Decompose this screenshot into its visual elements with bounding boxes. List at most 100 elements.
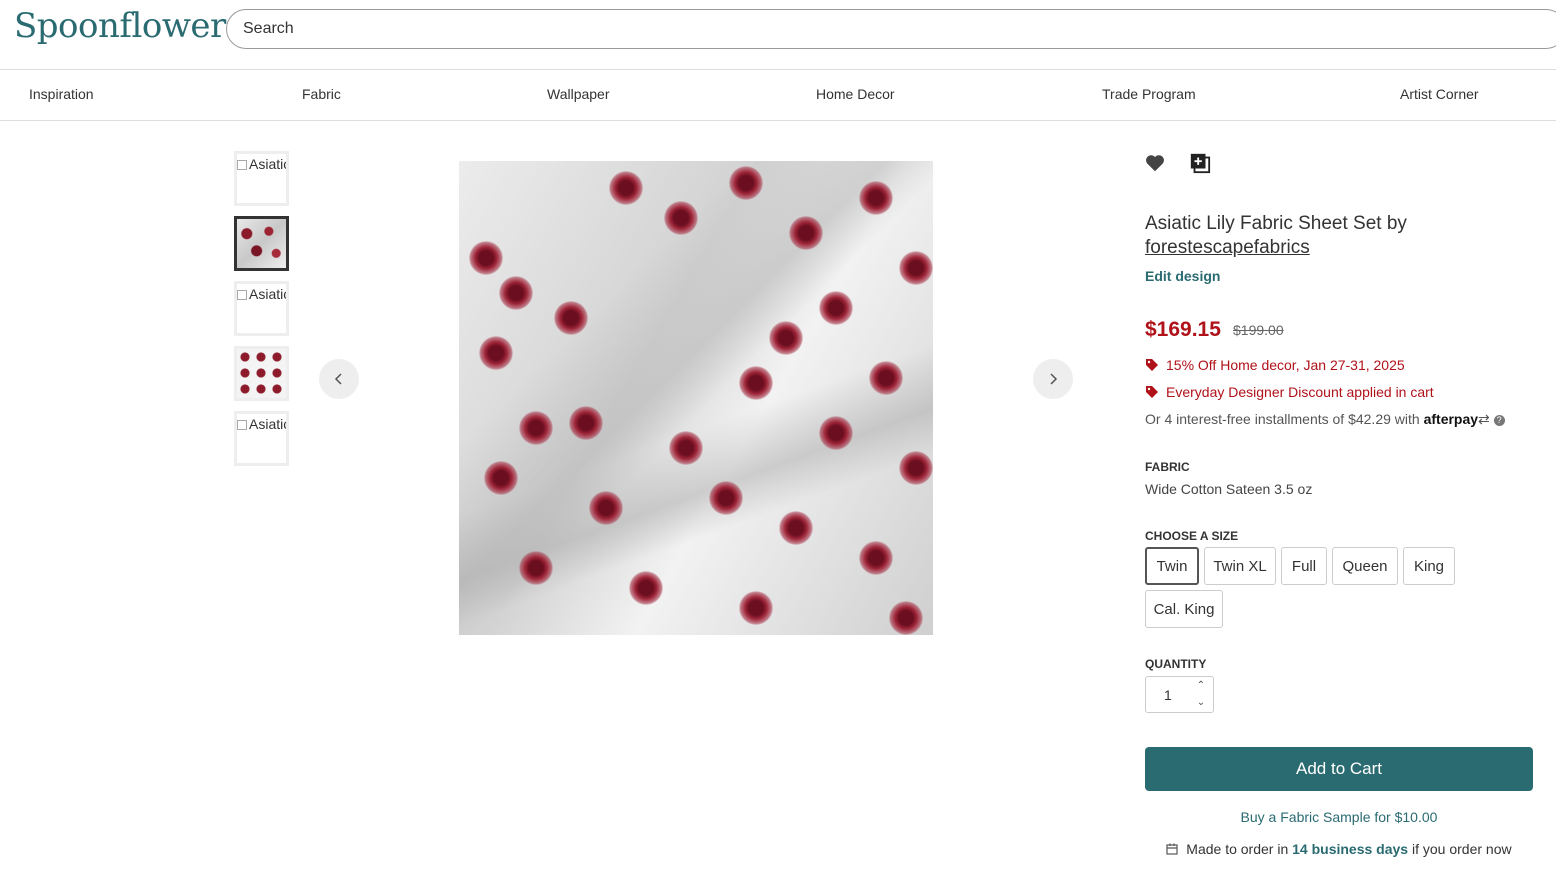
made-days: 14 business days (1292, 841, 1409, 857)
nav-item-fabric[interactable]: Fabric (302, 86, 341, 102)
flower-motif (739, 366, 773, 400)
size-option-twin-xl[interactable]: Twin XL (1204, 547, 1276, 585)
afterpay-logo: afterpay (1423, 411, 1479, 427)
thumbnail-alt-text: Asiatic Lily Fabric Sheet Set (237, 156, 286, 172)
quantity-stepper[interactable]: 1 ⌃ ⌄ (1145, 676, 1214, 713)
flower-motif (859, 181, 893, 215)
promo-line: 15% Off Home decor, Jan 27-31, 2025 (1145, 357, 1405, 373)
thumbnail-selected[interactable] (234, 216, 289, 271)
size-option-twin[interactable]: Twin (1145, 547, 1199, 585)
broken-image-icon (237, 290, 247, 300)
search-input[interactable] (227, 10, 1556, 48)
flower-motif (469, 241, 503, 275)
size-option-full[interactable]: Full (1281, 547, 1327, 585)
flower-motif (789, 216, 823, 250)
original-price: $199.00 (1233, 322, 1284, 338)
afterpay-arrow-icon: ⇄ (1478, 411, 1490, 427)
afterpay-info: Or 4 interest-free installments of $42.2… (1145, 411, 1505, 428)
product-title-text: Asiatic Lily Fabric Sheet Set by (1145, 213, 1407, 234)
nav-item-artist-corner[interactable]: Artist Corner (1400, 86, 1479, 102)
flower-motif (669, 431, 703, 465)
thumbnail-alt-label: Asiatic Lily Fabric Sheet Set (249, 156, 286, 172)
next-image-button[interactable] (1033, 359, 1073, 399)
search-bar[interactable] (226, 9, 1556, 49)
site-header: Spoonflower (0, 0, 1556, 70)
flower-motif (629, 571, 663, 605)
thumbnail[interactable]: Asiatic Lily Fabric Sheet Set (234, 411, 289, 466)
add-to-cart-button[interactable]: Add to Cart (1145, 747, 1533, 791)
flower-motif (819, 291, 853, 325)
nav-item-wallpaper[interactable]: Wallpaper (547, 86, 610, 102)
decrement-icon[interactable]: ⌄ (1195, 697, 1207, 709)
flower-motif (609, 171, 643, 205)
tag-icon (1146, 386, 1158, 398)
nav-item-home-decor[interactable]: Home Decor (816, 86, 895, 102)
flower-motif (739, 591, 773, 625)
flower-motif (664, 201, 698, 235)
promo-text: Everyday Designer Discount applied in ca… (1166, 384, 1434, 400)
product-main-image[interactable] (459, 161, 933, 635)
nav-item-trade-program[interactable]: Trade Program (1102, 86, 1196, 102)
broken-image-icon (237, 420, 247, 430)
designer-link[interactable]: forestescapefabrics (1145, 237, 1310, 258)
flower-motif (899, 451, 933, 485)
flower-motif (499, 276, 533, 310)
thumbnail-alt-label: Asiatic Lily Fabric Sheet Set (249, 286, 286, 302)
size-option-queen[interactable]: Queen (1332, 547, 1398, 585)
flower-motif (519, 551, 553, 585)
made-suffix: if you order now (1411, 841, 1512, 857)
size-option-king[interactable]: King (1403, 547, 1455, 585)
thumbnail[interactable]: Asiatic Lily Fabric Sheet Set (234, 151, 289, 206)
quantity-value[interactable]: 1 (1164, 687, 1172, 703)
promo-line: Everyday Designer Discount applied in ca… (1145, 384, 1434, 400)
made-prefix: Made to order in (1186, 841, 1289, 857)
thumbnail-alt-label: Asiatic Lily Fabric Sheet Set (249, 416, 286, 432)
flower-motif (819, 416, 853, 450)
sale-price: $169.15 (1145, 318, 1221, 341)
chevron-right-icon (1050, 373, 1058, 385)
size-label: CHOOSE A SIZE (1145, 529, 1239, 543)
fabric-label: FABRIC (1145, 460, 1190, 474)
flower-motif (484, 461, 518, 495)
flower-motif (889, 601, 923, 635)
chevron-left-icon (334, 373, 342, 385)
flower-motif (859, 541, 893, 575)
flower-motif (709, 481, 743, 515)
flower-motif (769, 321, 803, 355)
flower-motif (899, 251, 933, 285)
flower-motif (729, 166, 763, 200)
main-nav: Inspiration Fabric Wallpaper Home Decor … (0, 70, 1556, 121)
flower-motif (554, 301, 588, 335)
increment-icon[interactable]: ⌃ (1195, 680, 1207, 692)
quantity-label: QUANTITY (1145, 657, 1207, 671)
favorite-button[interactable] (1144, 152, 1168, 176)
flower-motif (779, 511, 813, 545)
product-title: Asiatic Lily Fabric Sheet Set by foreste… (1145, 212, 1445, 260)
heart-icon (1146, 155, 1164, 172)
afterpay-text: Or 4 interest-free installments of $42.2… (1145, 411, 1420, 427)
site-logo[interactable]: Spoonflower (14, 6, 226, 46)
add-to-collection-icon (1190, 153, 1211, 174)
nav-item-inspiration[interactable]: Inspiration (29, 86, 94, 102)
fabric-value: Wide Cotton Sateen 3.5 oz (1145, 481, 1313, 497)
thumbnail-image (237, 349, 286, 398)
flower-motif (479, 336, 513, 370)
flower-motif (569, 406, 603, 440)
flower-motif (589, 491, 623, 525)
previous-image-button[interactable] (319, 359, 359, 399)
calendar-icon (1166, 843, 1179, 855)
add-to-collection-button[interactable] (1189, 152, 1213, 176)
broken-image-icon (237, 160, 247, 170)
made-to-order-note: Made to order in 14 business days if you… (1145, 841, 1533, 857)
fabric-sample-link[interactable]: Buy a Fabric Sample for $10.00 (1145, 809, 1533, 825)
help-icon[interactable]: ? (1493, 415, 1505, 426)
thumbnail[interactable] (234, 346, 289, 401)
size-option-cal-king[interactable]: Cal. King (1145, 590, 1223, 628)
thumbnail-alt-text: Asiatic Lily Fabric Sheet Set (237, 416, 286, 432)
edit-design-link[interactable]: Edit design (1145, 268, 1220, 284)
flower-motif (869, 361, 903, 395)
thumbnail[interactable]: Asiatic Lily Fabric Sheet Set (234, 281, 289, 336)
promo-text: 15% Off Home decor, Jan 27-31, 2025 (1166, 357, 1405, 373)
tag-icon (1146, 359, 1158, 371)
flower-motif (519, 411, 553, 445)
